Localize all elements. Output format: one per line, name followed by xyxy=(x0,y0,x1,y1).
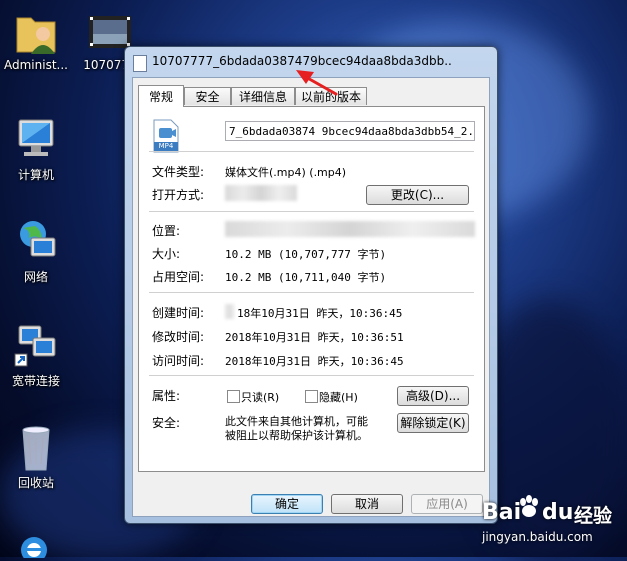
divider xyxy=(149,151,474,152)
desktop-icon-administrator[interactable]: Administ... xyxy=(0,8,74,72)
desktop-icon-network[interactable]: 网络 xyxy=(0,218,74,285)
desktop-icon-label: 回收站 xyxy=(17,476,54,490)
desktop-icon-label: 网络 xyxy=(23,270,48,284)
readonly-checkbox[interactable] xyxy=(227,390,240,403)
created-prefix-blurred xyxy=(225,304,234,319)
computer-icon xyxy=(13,116,59,162)
apply-button[interactable]: 应用(A) xyxy=(411,494,483,514)
desktop-icon-recycle-bin[interactable]: 回收站 xyxy=(0,424,74,491)
size-on-disk-value: 10.2 MB (10,711,040 字节) xyxy=(225,271,387,284)
mp4-label: MP4 xyxy=(158,142,174,150)
tab-details[interactable]: 详细信息 xyxy=(231,87,295,105)
location-value-blurred xyxy=(225,221,475,237)
modified-value: 2018年10月31日 昨天，10:36:51 xyxy=(225,331,404,344)
hidden-checkbox[interactable] xyxy=(305,390,318,403)
unblock-button[interactable]: 解除锁定(K) xyxy=(397,413,469,433)
dialog-client: 常规 安全 详细信息 以前的版本 MP4 7_6bdada03874 9bcec… xyxy=(132,77,490,517)
created-value: 18年10月31日 昨天，10:36:45 xyxy=(237,307,403,320)
desktop-icon-broadband[interactable]: 宽带连接 xyxy=(0,322,74,389)
accessed-label: 访问时间: xyxy=(152,354,205,368)
file-type-value: 媒体文件(.mp4) (.mp4) xyxy=(225,166,347,179)
open-with-app-blurred xyxy=(225,185,297,201)
size-on-disk-label: 占用空间: xyxy=(152,270,205,284)
user-folder-icon xyxy=(13,8,59,54)
readonly-label[interactable]: 只读(R) xyxy=(241,389,279,405)
filename-value: 7_6bdada03874 9bcec94daa8bda3dbb54_2.mp4 xyxy=(229,125,475,138)
size-label: 大小: xyxy=(152,247,181,261)
size-value: 10.2 MB (10,707,777 字节) xyxy=(225,248,387,261)
recycle-bin-icon xyxy=(13,424,59,471)
divider xyxy=(149,375,474,376)
change-button[interactable]: 更改(C)... xyxy=(366,185,469,205)
accessed-value: 2018年10月31日 昨天，10:36:45 xyxy=(225,355,404,368)
baidu-brand-du: du xyxy=(542,500,574,525)
mp4-file-icon: MP4 xyxy=(152,119,180,153)
desktop-icon-computer[interactable]: 计算机 xyxy=(0,116,74,183)
broadband-connection-icon xyxy=(13,322,59,368)
modified-label: 修改时间: xyxy=(152,330,205,344)
security-text-line2: 被阻止以帮助保护该计算机。 xyxy=(225,429,368,442)
baidu-brand: Bai xyxy=(482,500,522,525)
desktop-icon-label: 计算机 xyxy=(17,168,54,182)
properties-dialog: 10707777_6bdada0387479bcec94daa8bda3dbb.… xyxy=(124,46,498,524)
filename-input[interactable]: 7_6bdada03874 9bcec94daa8bda3dbb54_2.mp4 xyxy=(225,121,475,141)
desktop-icon-label: Administ... xyxy=(4,58,68,72)
desktop-icon-label: 宽带连接 xyxy=(11,374,60,388)
security-label: 安全: xyxy=(152,416,181,430)
divider xyxy=(149,292,474,293)
general-panel: MP4 7_6bdada03874 9bcec94daa8bda3dbb54_2… xyxy=(138,106,485,472)
ok-button[interactable]: 确定 xyxy=(251,494,323,514)
file-icon xyxy=(133,55,147,72)
baidu-watermark: Bai du 经验 jingyan.baidu.com xyxy=(480,492,625,554)
baidu-jingyan-text: 经验 xyxy=(574,505,613,527)
tab-general[interactable]: 常规 xyxy=(138,85,184,107)
hidden-label[interactable]: 隐藏(H) xyxy=(319,389,358,405)
divider xyxy=(149,211,474,212)
cancel-button[interactable]: 取消 xyxy=(331,494,403,514)
location-label: 位置: xyxy=(152,224,181,238)
ie-icon[interactable] xyxy=(14,528,54,561)
file-type-label: 文件类型: xyxy=(152,165,205,179)
annotation-arrow-icon xyxy=(296,70,338,96)
open-with-label: 打开方式: xyxy=(152,188,205,202)
baidu-url: jingyan.baidu.com xyxy=(482,530,593,544)
created-label: 创建时间: xyxy=(152,306,205,320)
advanced-button[interactable]: 高级(D)... xyxy=(397,386,469,406)
network-icon xyxy=(13,218,59,264)
attributes-label: 属性: xyxy=(152,389,181,403)
tab-security[interactable]: 安全 xyxy=(184,87,231,105)
